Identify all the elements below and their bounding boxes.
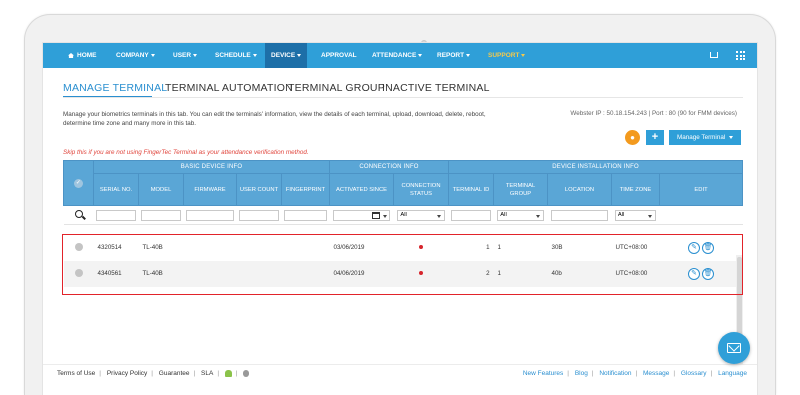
filter-location-input[interactable] bbox=[550, 209, 609, 221]
filter-firmware-input[interactable] bbox=[186, 209, 234, 221]
group-basic-device-info: BASIC DEVICE INFO bbox=[92, 160, 331, 174]
rows-highlight-box bbox=[62, 234, 743, 295]
tabs-divider bbox=[63, 97, 743, 98]
top-navbar: HOME COMPANY USER SCHEDULE DEVICE APPROV… bbox=[43, 43, 757, 68]
nav-home[interactable]: HOME bbox=[68, 43, 97, 68]
nav-device[interactable]: DEVICE bbox=[265, 43, 308, 68]
col-time-zone[interactable]: TIME ZONE bbox=[611, 173, 661, 206]
col-model[interactable]: MODEL bbox=[138, 173, 184, 206]
chevron-down-icon bbox=[535, 214, 540, 218]
footer-guarantee-link[interactable]: Guarantee bbox=[159, 370, 190, 377]
chevron-down-icon bbox=[648, 214, 653, 218]
nav-schedule[interactable]: SCHEDULE bbox=[215, 43, 257, 68]
tab-terminal-group[interactable]: TERMINAL GROUP bbox=[288, 82, 385, 94]
nav-company[interactable]: COMPANY bbox=[116, 43, 155, 68]
chevron-down-icon bbox=[466, 53, 471, 57]
filter-status-select[interactable]: All bbox=[397, 209, 445, 221]
col-edit: EDIT bbox=[659, 173, 744, 206]
filter-group-select[interactable]: All bbox=[497, 209, 544, 221]
nav-attendance[interactable]: ATTENDANCE bbox=[372, 43, 423, 68]
footer-terms-link[interactable]: Terms of Use bbox=[57, 370, 95, 377]
chevron-down-icon bbox=[383, 214, 388, 218]
filter-activated-date[interactable] bbox=[332, 209, 391, 221]
chevron-down-icon bbox=[193, 53, 198, 57]
cart-icon[interactable] bbox=[710, 52, 718, 58]
col-location[interactable]: LOCATION bbox=[547, 173, 613, 206]
search-icon[interactable] bbox=[74, 210, 83, 218]
nav-support[interactable]: SUPPORT bbox=[488, 43, 526, 68]
apps-grid-icon[interactable] bbox=[736, 51, 745, 60]
footer-left-links: Terms of Use | Privacy Policy | Guarantee |… bbox=[57, 370, 250, 377]
skip-note: Skip this if you are not using FingerTec… bbox=[63, 149, 309, 156]
col-connection-status[interactable]: CONNECTION STATUS bbox=[393, 173, 450, 206]
select-all-header: ✓ bbox=[63, 160, 94, 206]
footer-privacy-link[interactable]: Privacy Policy bbox=[107, 370, 147, 377]
apple-icon[interactable] bbox=[243, 370, 250, 377]
page-description: Manage your biometrics terminals in this… bbox=[63, 111, 486, 127]
filter-user-count-input[interactable] bbox=[238, 209, 280, 221]
tab-inactive-terminal[interactable]: INACTIVE TERMINAL bbox=[382, 82, 490, 94]
tab-manage-terminal[interactable]: MANAGE TERMINAL bbox=[63, 82, 167, 94]
col-fingerprint[interactable]: FINGERPRINT bbox=[280, 173, 331, 206]
filter-terminal-id-input[interactable] bbox=[450, 209, 492, 221]
col-activated-since[interactable]: ACTIVATED SINCE bbox=[329, 173, 395, 206]
chevron-down-icon bbox=[521, 53, 526, 57]
lightbulb-icon[interactable]: ● bbox=[625, 130, 640, 145]
chevron-down-icon bbox=[728, 135, 733, 139]
chevron-down-icon bbox=[436, 214, 441, 218]
chevron-down-icon bbox=[252, 53, 257, 57]
filter-search-cell bbox=[63, 205, 94, 225]
chat-button[interactable] bbox=[718, 332, 750, 364]
col-terminal-id[interactable]: TERMINAL ID bbox=[448, 173, 495, 206]
calendar-icon bbox=[372, 211, 381, 219]
col-user-count[interactable]: USER COUNT bbox=[236, 173, 282, 206]
col-firmware[interactable]: FIRMWARE bbox=[183, 173, 237, 206]
footer-right-links: New Features | Blog | Notification | Messag… bbox=[522, 370, 747, 377]
footer-sla-link[interactable]: SLA bbox=[201, 370, 213, 377]
page-footer: Terms of Use | Privacy Policy | Guarantee |… bbox=[43, 364, 757, 382]
nav-report[interactable]: REPORT bbox=[437, 43, 471, 68]
manage-terminal-button[interactable]: Manage Terminal bbox=[669, 130, 741, 145]
add-terminal-button[interactable]: + bbox=[646, 130, 664, 145]
tab-terminal-automation[interactable]: TERMINAL AUTOMATION bbox=[165, 82, 293, 94]
chevron-down-icon bbox=[297, 53, 302, 57]
app-screen: HOME COMPANY USER SCHEDULE DEVICE APPROV… bbox=[42, 42, 758, 395]
filter-fingerprint-input[interactable] bbox=[283, 209, 328, 221]
footer-new-features-link[interactable]: New Features bbox=[523, 370, 563, 377]
select-all-icon[interactable]: ✓ bbox=[74, 178, 83, 188]
chevron-down-icon bbox=[150, 53, 155, 57]
footer-blog-link[interactable]: Blog bbox=[575, 370, 588, 377]
footer-notification-link[interactable]: Notification bbox=[599, 370, 631, 377]
filter-serial-input[interactable] bbox=[95, 209, 137, 221]
group-device-installation-info: DEVICE INSTALLATION INFO bbox=[448, 160, 744, 174]
chevron-down-icon bbox=[418, 53, 423, 57]
filter-model-input[interactable] bbox=[140, 209, 182, 221]
footer-language-link[interactable]: Language bbox=[718, 370, 747, 377]
android-icon[interactable] bbox=[224, 370, 232, 377]
home-icon bbox=[68, 53, 74, 58]
col-serial-no[interactable]: SERIAL NO. bbox=[93, 173, 139, 206]
footer-message-link[interactable]: Message bbox=[643, 370, 669, 377]
col-terminal-group[interactable]: TERMINAL GROUP bbox=[493, 173, 549, 206]
mail-icon bbox=[727, 343, 741, 353]
nav-user[interactable]: USER bbox=[173, 43, 198, 68]
webster-ip-info: Webster IP : 50.18.154.243 | Port : 80 (… bbox=[570, 110, 737, 117]
footer-glossary-link[interactable]: Glossary bbox=[681, 370, 707, 377]
group-connection-info: CONNECTION INFO bbox=[329, 160, 450, 174]
filter-timezone-select[interactable]: All bbox=[614, 209, 657, 221]
nav-approval[interactable]: APPROVAL bbox=[321, 43, 357, 68]
